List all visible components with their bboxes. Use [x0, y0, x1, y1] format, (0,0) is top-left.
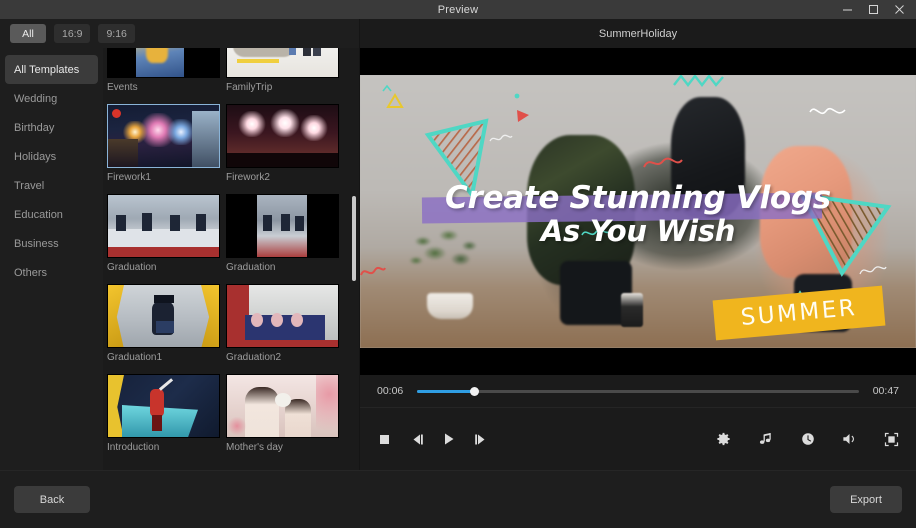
fullscreen-icon[interactable]	[882, 430, 901, 449]
template-card[interactable]: FamilyTrip	[226, 48, 339, 94]
template-card[interactable]: Firework2	[226, 104, 339, 184]
summer-badge-label: SUMMER	[739, 294, 859, 332]
seek-fill	[417, 389, 475, 393]
main-body: All 16:9 9:16 All Templates Wedding Birt…	[0, 19, 916, 470]
seek-handle[interactable]	[469, 386, 479, 396]
thumbnail-art	[227, 375, 338, 437]
music-note-icon[interactable]	[756, 430, 775, 449]
thumbnail-art	[108, 285, 219, 347]
transport-controls	[375, 430, 490, 449]
template-thumbnail[interactable]	[226, 48, 339, 78]
sidebar-item-travel[interactable]: Travel	[5, 171, 98, 200]
sidebar-item-education[interactable]: Education	[5, 200, 98, 229]
playback-controls	[360, 407, 916, 470]
sidebar-item-wedding[interactable]: Wedding	[5, 84, 98, 113]
template-card[interactable]: Graduation2	[226, 284, 339, 364]
video-stage[interactable]: Create Stunning Vlogs As You Wish SUMMER	[360, 48, 916, 375]
video-frame[interactable]: Create Stunning Vlogs As You Wish SUMMER	[360, 75, 916, 348]
template-thumbnail[interactable]	[107, 284, 220, 348]
volume-icon[interactable]	[840, 430, 859, 449]
template-scrollbar[interactable]	[352, 48, 356, 470]
sidebar-item-birthday[interactable]: Birthday	[5, 113, 98, 142]
current-time: 00:06	[377, 385, 404, 397]
template-card[interactable]: Graduation1	[107, 284, 220, 364]
ratio-tab-all[interactable]: All	[10, 24, 46, 43]
camera-phone-decor	[621, 293, 644, 328]
thumbnail-art	[227, 105, 338, 167]
category-list: All Templates Wedding Birthday Holidays …	[0, 48, 103, 470]
template-thumbnail[interactable]	[107, 194, 220, 258]
headline-overlay: Create Stunning Vlogs As You Wish	[360, 180, 916, 248]
template-label: Graduation	[226, 262, 276, 273]
footer-bar: Back Export	[0, 470, 916, 528]
project-title: SummerHoliday	[598, 27, 678, 40]
seek-slider[interactable]	[417, 386, 859, 396]
headline-line-2: As You Wish	[540, 213, 736, 248]
template-card[interactable]: Introduction	[107, 374, 220, 454]
thumbnail-art	[227, 285, 338, 347]
clock-icon[interactable]	[798, 430, 817, 449]
template-label: Firework1	[107, 172, 151, 183]
template-thumbnail[interactable]	[226, 104, 339, 168]
template-thumbnail[interactable]	[107, 374, 220, 438]
aspect-ratio-tabs: All 16:9 9:16	[0, 19, 359, 48]
thumbnail-art	[108, 48, 219, 77]
preview-panel: SummerHoliday Create Stunning Vlogs As Y…	[360, 19, 916, 470]
thumbnail-art	[108, 105, 219, 167]
thumbnail-art	[227, 48, 338, 77]
template-card[interactable]: Graduation	[226, 194, 339, 274]
playback-progress-row: 00:06 00:47	[360, 375, 916, 407]
export-button[interactable]: Export	[830, 486, 902, 513]
template-thumbnail[interactable]	[226, 374, 339, 438]
play-button[interactable]	[439, 430, 458, 449]
template-label: Graduation1	[107, 352, 163, 363]
template-thumbnail[interactable]	[226, 284, 339, 348]
template-card[interactable]: Graduation	[107, 194, 220, 274]
template-label: Introduction	[107, 442, 160, 453]
template-thumbnail[interactable]	[107, 48, 220, 78]
template-thumbnail[interactable]	[107, 104, 220, 168]
template-label: Graduation	[107, 262, 157, 273]
template-label: Events	[107, 82, 138, 93]
plant-pot-decor	[426, 293, 473, 320]
template-card[interactable]: Events	[107, 48, 220, 94]
back-button[interactable]: Back	[14, 486, 90, 513]
template-card[interactable]: Firework1	[107, 104, 220, 184]
stop-button[interactable]	[375, 430, 394, 449]
window-controls	[834, 0, 912, 19]
maximize-icon[interactable]	[860, 0, 886, 19]
title-bar: Preview	[0, 0, 916, 19]
thumbnail-art	[108, 375, 219, 437]
next-frame-button[interactable]	[471, 430, 490, 449]
project-title-bar: SummerHoliday	[360, 19, 916, 48]
ratio-tab-16-9[interactable]: 16:9	[54, 24, 91, 43]
sidebar-item-business[interactable]: Business	[5, 229, 98, 258]
template-grid: Events FamilyTrip Firework1 Firework2 Gr…	[103, 48, 346, 454]
templates-body: All Templates Wedding Birthday Holidays …	[0, 48, 359, 470]
total-time: 00:47	[872, 385, 899, 397]
headline-line-1: Create Stunning Vlogs	[445, 180, 831, 216]
template-grid-scroll-area[interactable]: Events FamilyTrip Firework1 Firework2 Gr…	[103, 48, 359, 470]
template-thumbnail[interactable]	[226, 194, 339, 258]
preview-window: Preview All 16:9 9:16 All Templates Wedd…	[0, 0, 916, 528]
template-label: FamilyTrip	[226, 82, 273, 93]
thumbnail-art	[227, 195, 338, 257]
sidebar-item-all-templates[interactable]: All Templates	[5, 55, 98, 84]
preview-options	[714, 430, 901, 449]
ratio-tab-9-16[interactable]: 9:16	[98, 24, 135, 43]
close-icon[interactable]	[886, 0, 912, 19]
window-title: Preview	[437, 3, 479, 16]
template-label: Mother's day	[226, 442, 283, 453]
template-label: Firework2	[226, 172, 270, 183]
sidebar-item-others[interactable]: Others	[5, 258, 98, 287]
scrollbar-thumb[interactable]	[352, 196, 356, 281]
template-card[interactable]: Mother's day	[226, 374, 339, 454]
minimize-icon[interactable]	[834, 0, 860, 19]
previous-frame-button[interactable]	[407, 430, 426, 449]
gear-icon[interactable]	[714, 430, 733, 449]
template-label: Graduation2	[226, 352, 282, 363]
templates-panel: All 16:9 9:16 All Templates Wedding Birt…	[0, 19, 360, 470]
thumbnail-art	[108, 195, 219, 257]
sidebar-item-holidays[interactable]: Holidays	[5, 142, 98, 171]
